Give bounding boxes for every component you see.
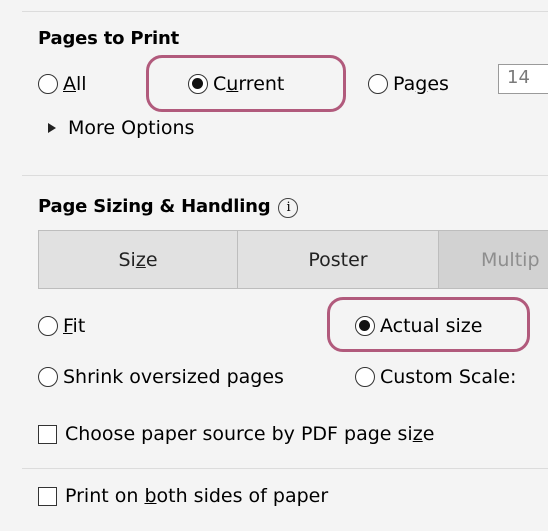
poster-tab-button[interactable]: Poster [237,230,439,289]
expand-triangle-icon [48,123,56,133]
size-tab-label: Size [118,248,158,271]
radio-pages-circle[interactable] [368,74,388,94]
more-options-label: More Options [68,117,195,139]
radio-all[interactable]: All [38,71,87,97]
radio-shrink-label: Shrink oversized pages [63,366,284,388]
section-divider-1 [22,175,548,176]
radio-all-label: All [63,73,87,95]
radio-current-circle[interactable] [188,74,208,94]
radio-custom-scale[interactable]: Custom Scale: [355,364,516,390]
radio-fit-label: Fit [63,315,86,337]
radio-shrink[interactable]: Shrink oversized pages [38,364,284,390]
radio-pages-label: Pages [393,73,449,95]
radio-actual-size[interactable]: Actual size [355,313,482,339]
radio-custom-scale-circle[interactable] [355,367,375,387]
more-options-toggle[interactable]: More Options [48,117,194,139]
paper-source-checkbox-row[interactable]: Choose paper source by PDF page size [38,421,434,447]
radio-fit-circle[interactable] [38,316,58,336]
radio-shrink-circle[interactable] [38,367,58,387]
duplex-checkbox[interactable] [38,486,57,506]
radio-actual-size-circle[interactable] [355,316,375,336]
print-dialog-panel: Pages to Print All Current Pages 14 More… [0,0,548,531]
radio-all-circle[interactable] [38,74,58,94]
pages-to-print-title: Pages to Print [38,28,180,49]
paper-source-checkbox[interactable] [38,424,57,444]
info-icon[interactable]: i [278,198,299,218]
paper-source-label: Choose paper source by PDF page size [65,423,435,445]
duplex-checkbox-row[interactable]: Print on both sides of paper [38,483,328,509]
radio-actual-size-label: Actual size [380,315,483,337]
size-tab-button[interactable]: Size [38,230,238,289]
radio-current-label: Current [213,73,285,95]
duplex-label: Print on both sides of paper [65,485,329,507]
top-divider [22,11,548,12]
page-sizing-title: Page Sizing & Handling i [38,196,299,218]
radio-custom-scale-label: Custom Scale: [380,366,517,388]
radio-pages[interactable]: Pages [368,71,449,97]
radio-fit[interactable]: Fit [38,313,85,339]
multiple-tab-button[interactable]: Multip [438,230,548,289]
radio-current[interactable]: Current [188,71,284,97]
page-range-input[interactable]: 14 [498,64,548,94]
section-divider-2 [22,468,548,469]
